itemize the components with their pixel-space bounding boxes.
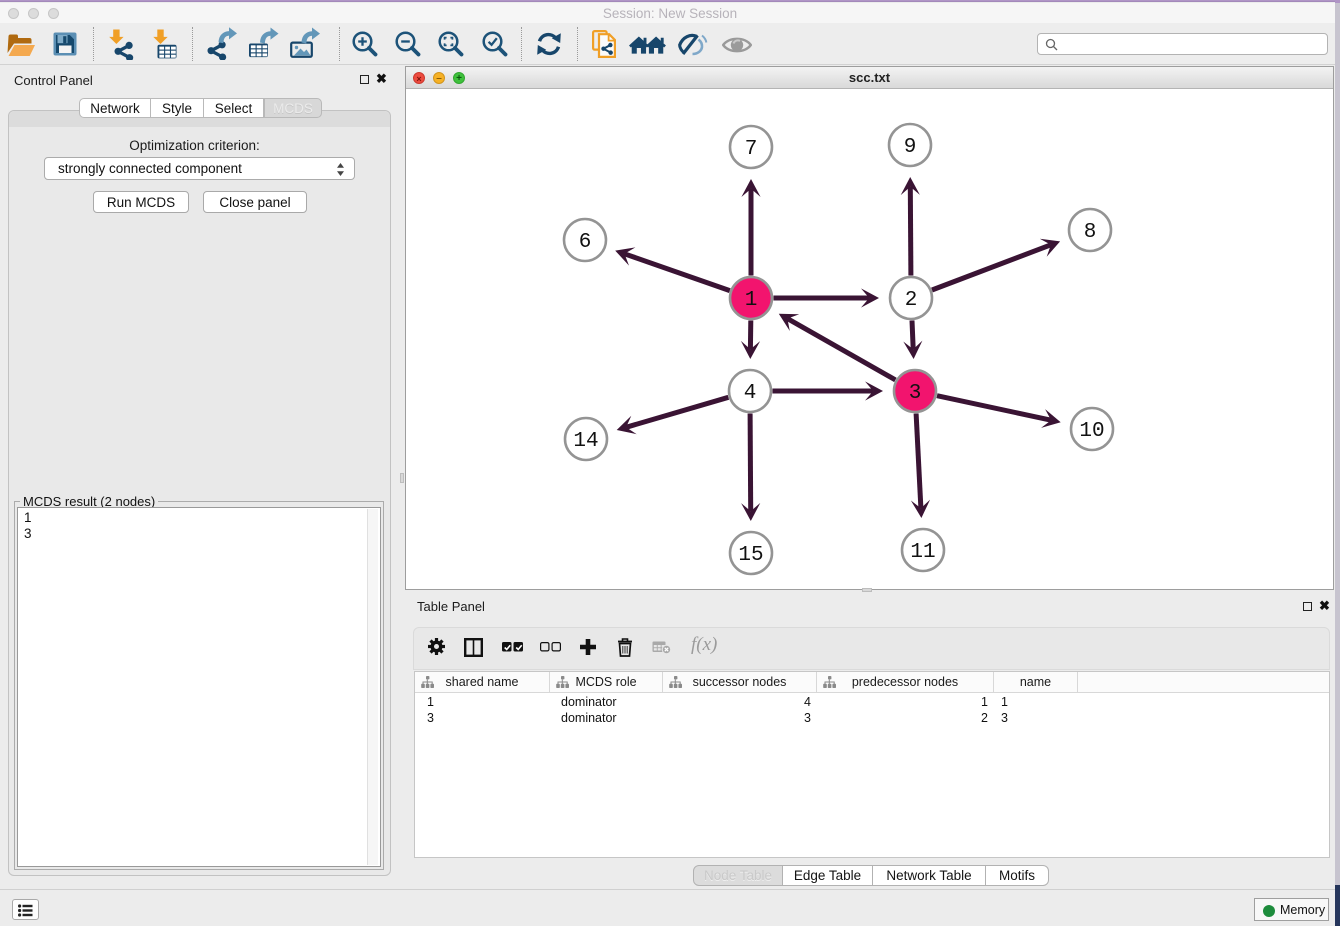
svg-text:6: 6 [579,231,592,254]
svg-text:1: 1 [745,289,758,312]
svg-text:15: 15 [738,544,763,567]
svg-text:3: 3 [909,382,922,405]
svg-text:4: 4 [744,382,757,405]
svg-text:7: 7 [745,138,758,161]
svg-text:8: 8 [1084,221,1097,244]
svg-text:11: 11 [910,541,935,564]
svg-text:2: 2 [905,289,918,312]
svg-text:10: 10 [1079,420,1104,443]
svg-text:9: 9 [904,136,917,159]
svg-text:14: 14 [573,430,598,453]
